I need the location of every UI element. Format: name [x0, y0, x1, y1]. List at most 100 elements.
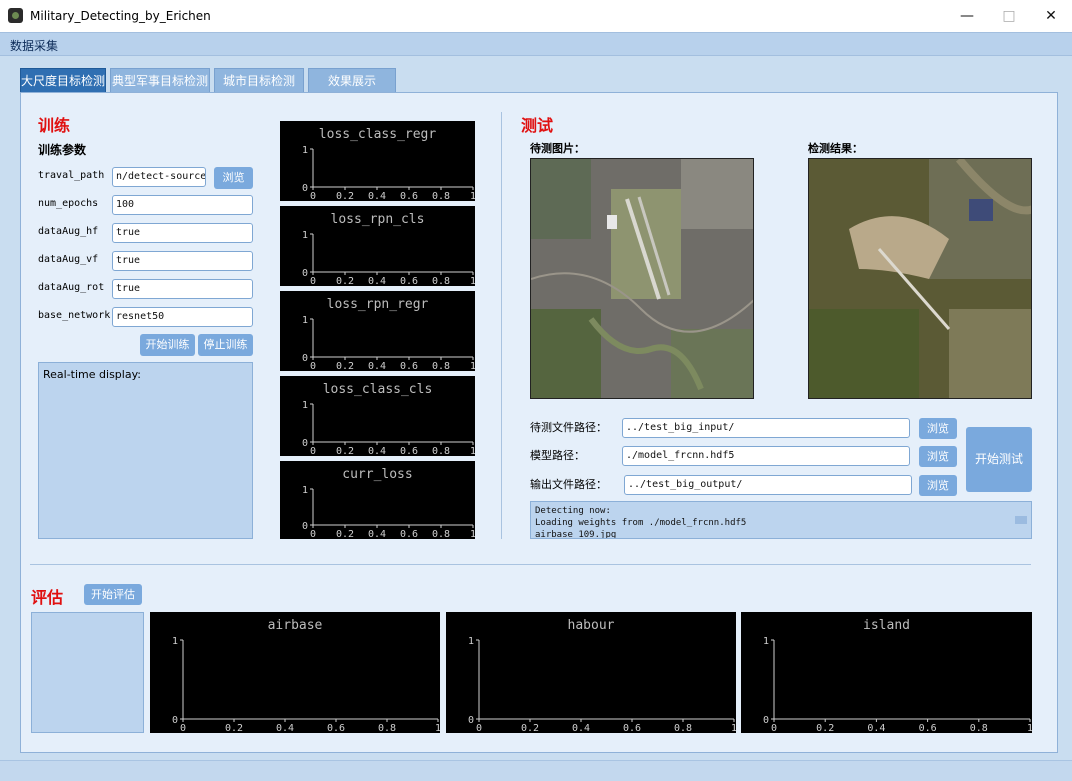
x-tick-label: 0.2 — [225, 723, 243, 733]
x-tick-label: 0 — [771, 723, 777, 733]
x-tick-label: 0.2 — [336, 446, 354, 456]
menu-bar — [0, 32, 1072, 56]
x-tick-label: 0.2 — [336, 361, 354, 371]
x-tick-label: 0 — [310, 529, 316, 539]
label-base-network: base_network — [38, 310, 111, 321]
minimize-button[interactable]: — — [944, 0, 990, 32]
input-path-field[interactable]: ../test_big_input/ — [622, 418, 910, 438]
start-test-button[interactable]: 开始测试 — [966, 427, 1032, 492]
x-tick-label: 0.2 — [336, 191, 354, 201]
label-data-aug-vf: dataAug_vf — [38, 254, 99, 265]
test-title: 测试 — [521, 116, 554, 135]
log-line: Loading weights from ./model_frcnn.hdf5 — [535, 518, 747, 528]
maximize-button[interactable]: □ — [986, 0, 1032, 32]
x-tick-label: 0.4 — [368, 529, 386, 539]
train-params-title: 训练参数 — [38, 143, 87, 157]
output-path-field[interactable]: ../test_big_output/ — [624, 475, 912, 495]
tab-large-scale[interactable]: 大尺度目标检测 — [20, 68, 106, 93]
app-icon — [8, 8, 23, 23]
y-tick-label: 0 — [302, 353, 308, 364]
x-tick-label: 0 — [310, 276, 316, 286]
model-path-label: 模型路径： — [530, 449, 585, 462]
x-tick-label: 0.8 — [432, 191, 450, 201]
x-tick-label: 0.6 — [400, 361, 418, 371]
x-tick-label: 0.2 — [521, 723, 539, 733]
x-tick-label: 0 — [476, 723, 482, 733]
x-tick-label: 0 — [310, 191, 316, 201]
traval-path-input[interactable]: n/detect-source/ — [112, 167, 206, 187]
result-satellite-image — [808, 158, 1032, 399]
y-tick-label: 0 — [302, 521, 308, 532]
log-line: airbase_109.jpg — [535, 530, 617, 539]
close-button[interactable]: ✕ — [1028, 0, 1072, 32]
tab-results[interactable]: 效果展示 — [308, 68, 396, 93]
x-tick-label: 0.4 — [368, 361, 386, 371]
chart-curr-loss: curr_loss 0 0.2 0.4 0.6 0.8 1 0 1 — [280, 461, 475, 539]
x-tick-label: 0.6 — [400, 191, 418, 201]
x-tick-label: 1 — [470, 446, 475, 456]
x-tick-label: 0 — [310, 361, 316, 371]
y-tick-label: 1 — [763, 636, 769, 647]
chart-loss-rpn-cls: loss_rpn_cls 0 0.2 0.4 0.6 0.8 1 0 1 — [280, 206, 475, 286]
window-title: Military_Detecting_by_Erichen — [30, 9, 211, 23]
chart-island: island 0 0.2 0.4 0.6 0.8 1 0 1 — [741, 612, 1032, 733]
chart-airbase: airbase 0 0.2 0.4 0.6 0.8 1 0 1 — [150, 612, 440, 733]
data-aug-vf-input[interactable]: true — [112, 251, 253, 271]
model-path-browse-button[interactable]: 浏览 — [919, 446, 957, 467]
x-tick-label: 0.8 — [674, 723, 692, 733]
x-tick-label: 0 — [310, 446, 316, 456]
label-data-aug-hf: dataAug_hf — [38, 226, 99, 237]
section-divider — [501, 112, 502, 539]
chart-loss-class-regr: loss_class_regr 0 0.2 0.4 0.6 0.8 1 0 1 — [280, 121, 475, 201]
data-aug-hf-input[interactable]: true — [112, 223, 253, 243]
start-eval-button[interactable]: 开始评估 — [84, 584, 142, 605]
x-tick-label: 0.8 — [432, 446, 450, 456]
log-scrollbar[interactable] — [1015, 516, 1027, 524]
x-tick-label: 0.6 — [400, 446, 418, 456]
x-tick-label: 0.8 — [378, 723, 396, 733]
x-tick-label: 0.6 — [623, 723, 641, 733]
model-path-field[interactable]: ./model_frcnn.hdf5 — [622, 446, 910, 466]
input-path-browse-button[interactable]: 浏览 — [919, 418, 957, 439]
eval-display — [31, 612, 144, 733]
chart-loss-class-cls: loss_class_cls 0 0.2 0.4 0.6 0.8 1 0 1 — [280, 376, 475, 456]
x-tick-label: 0.4 — [368, 276, 386, 286]
x-tick-label: 0.8 — [432, 361, 450, 371]
label-traval-path: traval_path — [38, 170, 105, 181]
status-bar — [0, 760, 1072, 781]
x-tick-label: 0.4 — [276, 723, 294, 733]
base-network-input[interactable]: resnet50 — [112, 307, 253, 327]
label-num-epochs: num_epochs — [38, 198, 99, 209]
y-tick-label: 1 — [172, 636, 178, 647]
y-tick-label: 0 — [172, 715, 178, 726]
y-tick-label: 1 — [302, 315, 308, 326]
y-tick-label: 1 — [302, 485, 308, 496]
x-tick-label: 1 — [470, 276, 475, 286]
x-tick-label: 0.8 — [970, 723, 988, 733]
chart-habour: habour 0 0.2 0.4 0.6 0.8 1 0 1 — [446, 612, 736, 733]
train-browse-button[interactable]: 浏览 — [214, 167, 253, 189]
data-aug-rot-input[interactable]: true — [112, 279, 253, 299]
output-path-label: 输出文件路径： — [530, 478, 607, 491]
num-epochs-input[interactable]: 100 — [112, 195, 253, 215]
x-tick-label: 0.6 — [327, 723, 345, 733]
x-tick-label: 0.4 — [368, 191, 386, 201]
result-image-graphic — [809, 159, 1031, 398]
y-tick-label: 1 — [302, 400, 308, 411]
tab-military[interactable]: 典型军事目标检测 — [110, 68, 210, 93]
start-train-button[interactable]: 开始训练 — [140, 334, 195, 356]
realtime-display: Real-time display: — [38, 362, 253, 539]
tab-city[interactable]: 城市目标检测 — [214, 68, 304, 93]
y-tick-label: 0 — [302, 183, 308, 194]
x-tick-label: 0.4 — [867, 723, 885, 733]
output-path-browse-button[interactable]: 浏览 — [919, 475, 957, 496]
test-log: Detecting now: Loading weights from ./mo… — [530, 501, 1032, 539]
x-tick-label: 1 — [470, 361, 475, 371]
menu-item-data-collect[interactable]: 数据采集 — [10, 37, 58, 54]
x-tick-label: 0.6 — [400, 529, 418, 539]
y-tick-label: 1 — [468, 636, 474, 647]
realtime-display-label: Real-time display: — [43, 368, 141, 381]
stop-train-button[interactable]: 停止训练 — [198, 334, 253, 356]
x-tick-label: 1 — [470, 191, 475, 201]
x-tick-label: 1 — [470, 529, 475, 539]
